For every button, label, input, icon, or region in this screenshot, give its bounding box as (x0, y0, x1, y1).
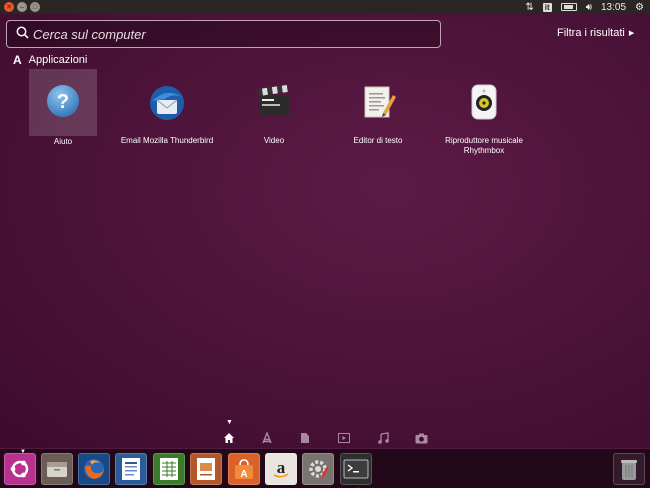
search-input[interactable] (33, 26, 413, 42)
maximize-icon[interactable]: □ (30, 2, 40, 12)
system-settings-icon[interactable] (302, 453, 334, 485)
ubuntu-dash-icon[interactable]: ▼ (4, 449, 36, 485)
svg-text:a: a (277, 458, 286, 477)
filter-label: Filtra i risultati (557, 27, 625, 39)
video-clapper-icon (255, 83, 293, 126)
amazon-icon[interactable]: a (265, 453, 297, 485)
clock[interactable]: 13:05 (601, 2, 626, 13)
terminal-icon[interactable]: ▲ (340, 453, 372, 488)
battery-icon[interactable] (560, 3, 577, 11)
search-box[interactable] (6, 20, 441, 48)
calc-icon[interactable]: ▲ (153, 453, 185, 488)
firefox-icon[interactable] (78, 453, 110, 485)
launcher-bar: ▼ ▲ A a ▲ (0, 448, 650, 488)
files-scope-icon[interactable] (297, 430, 313, 446)
photos-scope-icon[interactable] (413, 430, 429, 446)
writer-icon[interactable] (115, 453, 147, 485)
thunderbird-icon (147, 83, 187, 128)
search-icon (11, 26, 33, 42)
section-title: Applicazioni (28, 54, 88, 66)
app-tile-video[interactable]: Video (224, 69, 324, 165)
app-label: Email Mozilla Thunderbird (120, 136, 214, 145)
active-scope-indicator: ▼ (226, 419, 233, 426)
app-label: Editor di testo (353, 136, 403, 145)
app-label: Aiuto (53, 137, 73, 146)
close-icon[interactable]: ✕ (4, 2, 14, 12)
chevron-right-icon: ▶ (628, 30, 635, 37)
svg-text:?: ? (57, 91, 69, 113)
files-icon[interactable] (41, 453, 73, 485)
video-scope-icon[interactable] (336, 430, 352, 446)
system-tray: ⇅ it 🔊︎ 13:05 ⚙ (525, 2, 650, 13)
gear-icon[interactable]: ⚙ (635, 2, 644, 13)
volume-icon[interactable]: 🔊︎ (586, 2, 592, 13)
app-tile-text-editor[interactable]: Editor di testo (328, 69, 428, 165)
applications-category-icon: A (13, 53, 22, 67)
help-icon: ? (45, 83, 81, 124)
app-tile-thunderbird[interactable]: Email Mozilla Thunderbird (117, 69, 217, 165)
text-editor-icon (359, 83, 397, 126)
keyboard-layout-indicator[interactable]: it (542, 2, 552, 12)
scope-bar: ▼ (0, 419, 650, 448)
app-tile-rhythmbox[interactable]: Riproduttore musicale Rhythmbox (434, 69, 534, 165)
svg-text:A: A (240, 469, 247, 480)
trash-icon[interactable] (613, 453, 645, 485)
top-panel: ✕ – □ ⇅ it 🔊︎ 13:05 ⚙ (0, 0, 650, 14)
filter-results-button[interactable]: Filtra i risultati ▶ (557, 27, 634, 39)
software-center-icon[interactable]: A (228, 453, 260, 485)
app-label: Video (263, 136, 285, 145)
home-scope-icon[interactable] (221, 430, 237, 446)
music-scope-icon[interactable] (375, 430, 391, 446)
app-tile-aiuto[interactable]: ? Aiuto (29, 69, 97, 146)
network-icon[interactable]: ⇅ (525, 2, 533, 13)
applications-scope-icon[interactable] (259, 430, 275, 446)
app-label: Riproduttore musicale Rhythmbox (445, 136, 523, 155)
dash-panel: Filtra i risultati ▶ A Applicazioni ? Ai… (0, 14, 650, 448)
impress-icon[interactable] (190, 453, 222, 485)
active-pip-icon: ▼ (20, 449, 26, 455)
minimize-icon[interactable]: – (17, 2, 27, 12)
section-header: A Applicazioni (13, 53, 87, 67)
rhythmbox-speaker-icon (467, 83, 501, 128)
